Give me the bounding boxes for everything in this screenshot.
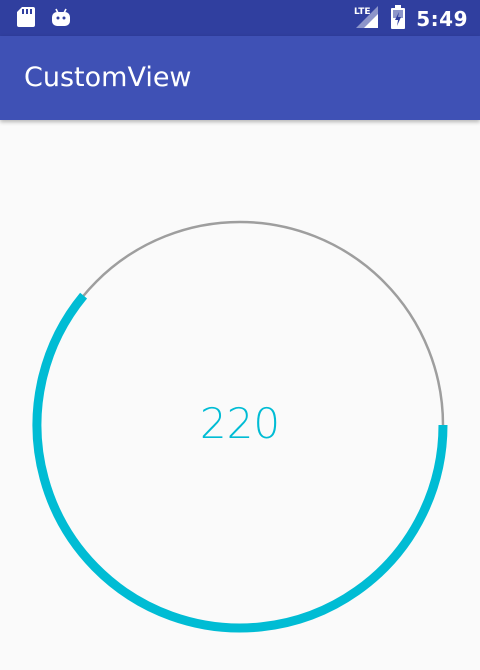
lte-label: LTE	[354, 7, 371, 17]
battery-icon	[390, 4, 406, 34]
status-time: 5:49	[416, 7, 468, 31]
sd-card-icon	[16, 6, 36, 32]
content-area: 220	[0, 120, 480, 670]
dial-progress-arc	[32, 292, 448, 633]
status-bar: LTE 5:49	[0, 0, 480, 36]
status-left-icons	[16, 6, 72, 32]
status-right-icons: LTE 5:49	[352, 4, 468, 34]
dial-value: 220	[199, 399, 281, 448]
lte-signal-icon: LTE	[352, 4, 380, 34]
app-bar: CustomView	[0, 36, 480, 120]
android-icon	[50, 6, 72, 32]
app-title: CustomView	[24, 62, 192, 93]
